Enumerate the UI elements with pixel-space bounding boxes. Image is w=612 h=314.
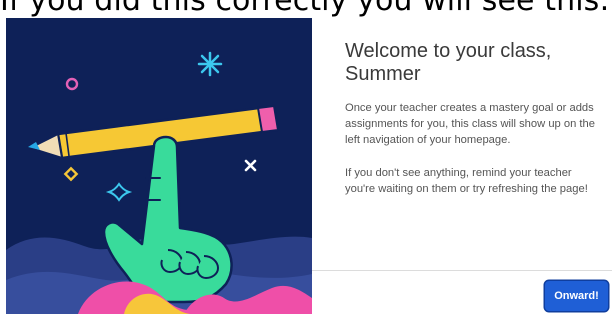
hand-pencil-illustration [6,51,312,314]
welcome-title: Welcome to your class, Summer [345,40,552,85]
instruction-caption: If you did this correctly you will see t… [0,0,610,18]
footer-divider [312,270,612,271]
refresh-hint: If you don't see anything, remind your t… [345,167,588,195]
welcome-message: Once your teacher creates a mastery goal… [345,102,595,146]
circle-icon [65,77,79,91]
welcome-dialog: Welcome to your class, Summer Once your … [0,18,612,314]
onward-button[interactable]: Onward! [545,281,608,311]
diamond-icon [63,166,79,182]
close-icon [244,159,257,172]
welcome-content: Welcome to your class, Summer Once your … [345,40,595,214]
sparkle-icon [105,182,133,202]
asterisk-icon [197,51,223,77]
welcome-illustration [6,18,312,314]
